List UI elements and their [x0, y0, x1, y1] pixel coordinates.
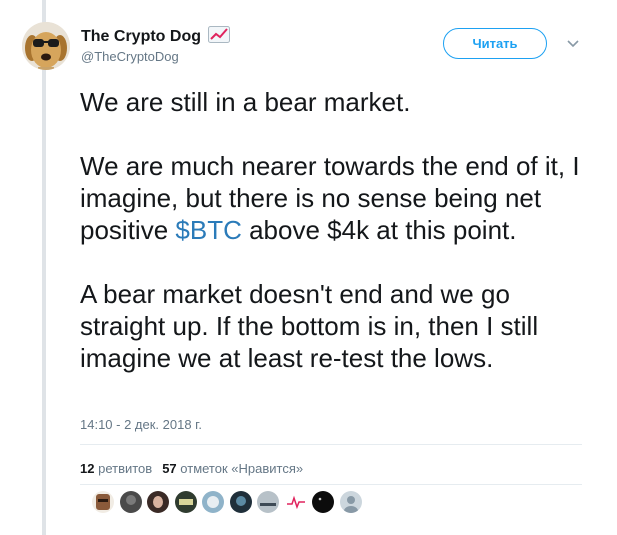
author-name[interactable]: The Crypto Dog — [81, 26, 231, 46]
likes-stat[interactable]: 57 отметок «Нравится» — [162, 461, 303, 476]
tweet-text: We are still in a bear market. We are mu… — [80, 86, 600, 374]
liker-avatar-7[interactable] — [257, 491, 279, 513]
liker-avatar-4[interactable] — [174, 491, 197, 513]
tweet-paragraph-1: We are still in a bear market. — [80, 87, 411, 117]
retweets-count: 12 — [80, 461, 95, 476]
liker-avatar-1[interactable] — [92, 491, 114, 513]
follow-button[interactable]: Читать — [443, 28, 547, 59]
author-avatar[interactable] — [22, 22, 70, 70]
divider — [80, 484, 582, 485]
liker-avatar-10[interactable] — [339, 491, 362, 513]
liker-avatar-5[interactable] — [202, 491, 224, 513]
tweet-timestamp[interactable]: 14:10 - 2 дек. 2018 г. — [80, 417, 202, 432]
likes-label: отметок «Нравится» — [180, 461, 304, 476]
liker-avatar-8[interactable] — [284, 491, 307, 513]
author-handle[interactable]: @TheCryptoDog — [81, 49, 179, 64]
chart-increasing-icon — [208, 26, 231, 43]
tweet-stats: 12 ретвитов 57 отметок «Нравится» — [80, 461, 303, 476]
dog-avatar-image — [22, 22, 70, 70]
liker-avatar-3[interactable] — [147, 491, 169, 513]
chevron-down-icon[interactable] — [566, 39, 580, 49]
retweets-label: ретвитов — [98, 461, 153, 476]
tweet-text-segment: above $4k at this point. — [241, 215, 517, 245]
divider — [80, 444, 582, 445]
liker-avatars — [92, 491, 367, 515]
retweets-stat[interactable]: 12 ретвитов — [80, 461, 152, 476]
cashtag-link[interactable]: $BTC — [175, 215, 241, 245]
thread-line — [42, 0, 46, 535]
liker-avatar-6[interactable] — [229, 491, 252, 513]
likes-count: 57 — [162, 461, 177, 476]
liker-avatar-2[interactable] — [119, 491, 142, 513]
tweet-paragraph-3: A bear market doesn't end and we go stra… — [80, 279, 539, 373]
author-name-text: The Crypto Dog — [81, 28, 201, 45]
tweet-paragraph-2: We are much nearer towards the end of it… — [80, 150, 600, 246]
liker-avatar-9[interactable] — [312, 491, 334, 513]
